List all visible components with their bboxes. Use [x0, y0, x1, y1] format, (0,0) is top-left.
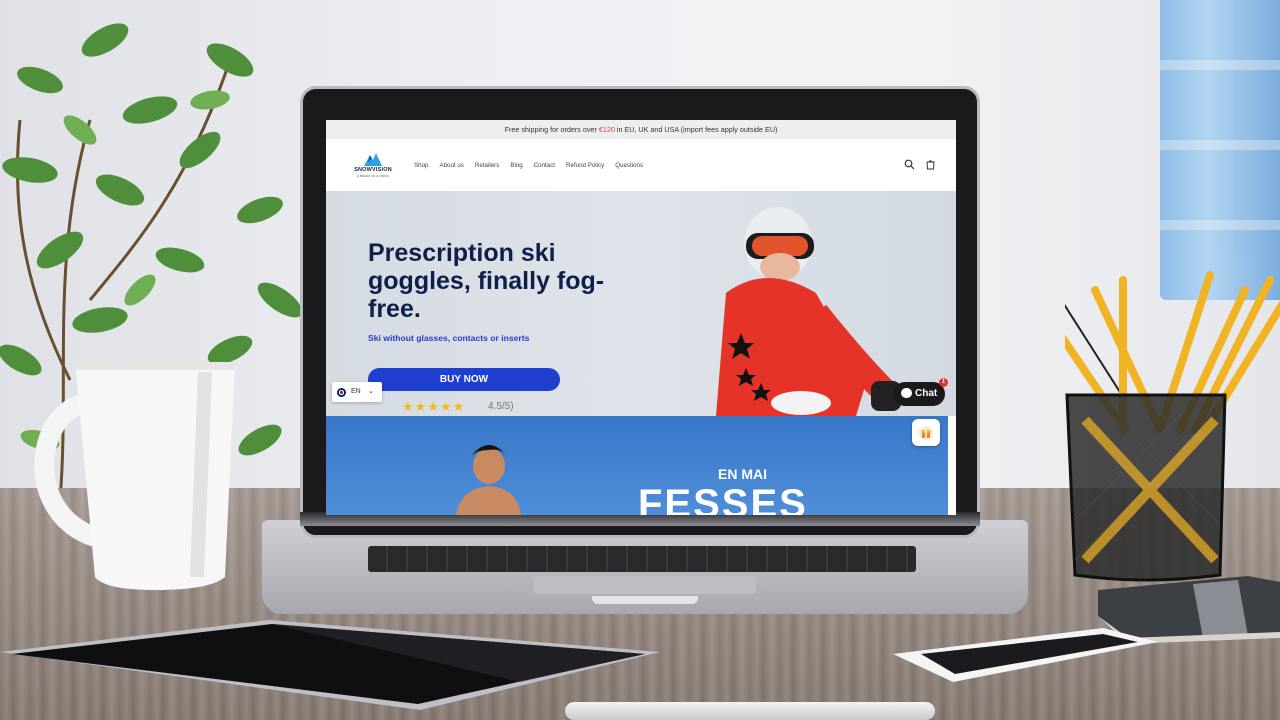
nav-about-us[interactable]: About us [439, 162, 463, 169]
site-header: SNOWVISION A BRAND OF A VISION Shop Abou… [326, 139, 956, 192]
nav-questions[interactable]: Questions [615, 162, 643, 169]
main-nav: Shop About us Retailers Blog Contact Ref… [414, 162, 643, 169]
mountain-logo-icon [364, 153, 382, 166]
promo-headline: FESSES [638, 482, 808, 515]
announcement-bar: Free shipping for orders over €120 in EU… [326, 120, 956, 139]
mug-image [34, 362, 235, 590]
rating-stars: ★★★★★ [402, 399, 466, 414]
phone-image [893, 628, 1158, 682]
gift-icon [919, 426, 933, 440]
language-code: EN [351, 388, 361, 395]
announcement-amount: €120 [598, 125, 615, 134]
water-bottle-image [1160, 0, 1280, 300]
buy-now-button[interactable]: BUY NOW [368, 368, 560, 391]
hero-title: Prescription ski goggles, finally fog-fr… [368, 239, 605, 323]
brand-tagline: A BRAND OF A VISION [357, 174, 389, 178]
brand-name: SNOWVISION [354, 167, 392, 173]
chat-label: Chat [915, 388, 938, 399]
promo-banner: EN MAI FESSES [326, 416, 948, 515]
chevron-down-icon: ⌄ [368, 388, 374, 395]
nav-retailers[interactable]: Retailers [475, 162, 499, 169]
brand-logo[interactable]: SNOWVISION A BRAND OF A VISION [348, 153, 398, 179]
search-icon[interactable] [904, 159, 915, 170]
promo-kicker: EN MAI [718, 466, 767, 482]
rating-text: 4.5/5) [488, 401, 514, 412]
pencil-cup-image [1065, 271, 1280, 582]
uk-flag-icon [337, 388, 346, 397]
laptop-screen-website: Free shipping for orders over €120 in EU… [326, 120, 956, 515]
language-selector[interactable]: EN ⌄ [332, 382, 382, 402]
rewards-button[interactable] [912, 419, 940, 446]
nav-blog[interactable]: Blog [510, 162, 522, 169]
header-icons [904, 159, 936, 170]
laptop-trackpad [534, 576, 756, 594]
nav-contact[interactable]: Contact [534, 162, 555, 169]
chat-bubble-icon [901, 388, 912, 398]
laptop-notch [592, 596, 698, 604]
tablet-image [0, 620, 660, 710]
chat-button[interactable]: Chat 1 [893, 378, 948, 406]
announcement-prefix: Free shipping for orders over [504, 125, 599, 134]
hero-subtitle: Ski without glasses, contacts or inserts [368, 333, 530, 343]
cart-icon[interactable] [925, 159, 936, 170]
nav-shop[interactable]: Shop [414, 162, 428, 169]
person-image [456, 445, 521, 515]
nav-refund-policy[interactable]: Refund Policy [566, 162, 604, 169]
laptop-keyboard [368, 546, 916, 572]
announcement-suffix: in EU, UK and USA (import fees apply out… [614, 125, 778, 134]
pen-image [565, 702, 935, 720]
hero-banner: Prescription ski goggles, finally fog-fr… [326, 191, 956, 416]
chat-badge: 1 [939, 378, 948, 387]
